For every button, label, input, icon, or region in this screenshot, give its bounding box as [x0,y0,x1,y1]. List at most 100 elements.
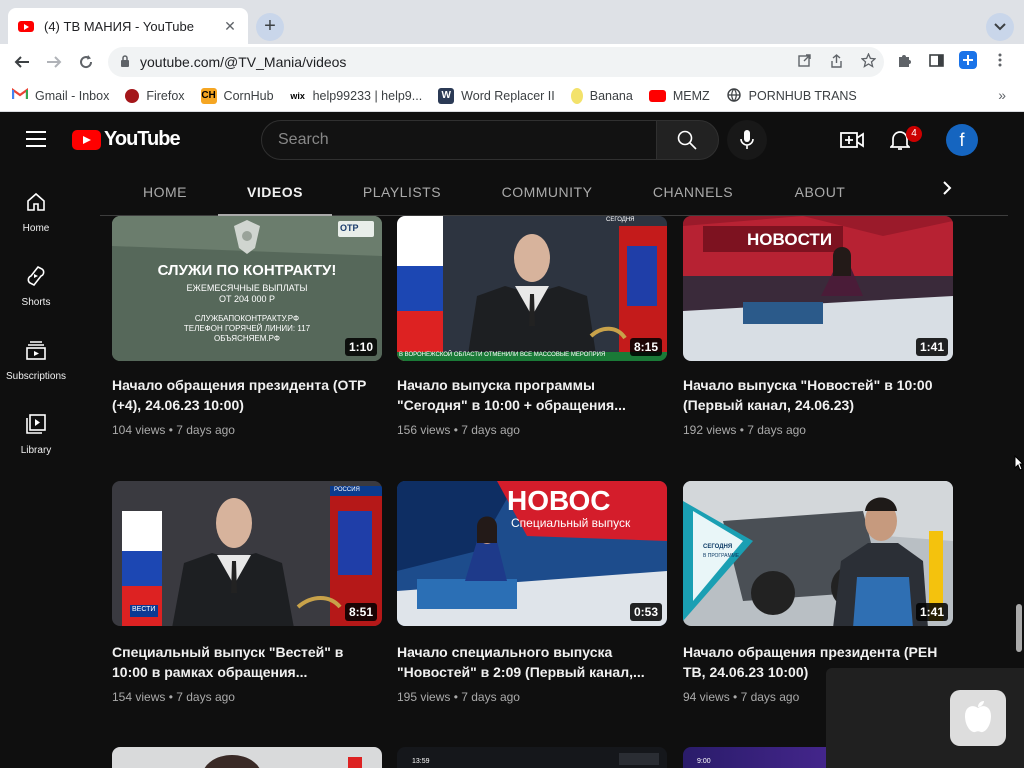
bookmark-label: Word Replacer II [461,88,555,103]
video-duration: 1:41 [915,338,948,356]
apple-logo-icon[interactable] [950,690,1006,746]
tab-close-icon[interactable]: ✕ [222,18,238,35]
bookmark-label: CornHub [223,88,274,103]
view-count: 104 views [112,423,166,437]
cornhub-icon: CH [200,87,217,104]
upload-age: 7 days ago [461,423,520,437]
bookmark-firefox[interactable]: Firefox [125,88,185,103]
tab-playlists[interactable]: PLAYLISTS [356,168,448,216]
bookmark-banana[interactable]: Banana [570,87,633,104]
video-metadata: 104 views • 7 days ago [112,423,235,437]
tab-channels[interactable]: CHANNELS [648,168,738,216]
video-metadata: 154 views • 7 days ago [112,690,235,704]
video-metadata: 156 views • 7 days ago [397,423,520,437]
upload-age: 7 days ago [176,690,235,704]
create-video-button[interactable] [840,126,870,154]
side-panel-icon[interactable] [920,53,952,71]
video-duration: 1:41 [915,603,948,621]
notification-count-badge: 4 [906,126,922,142]
thumbnail-logo-subtext: В ПРОГРАММЕ [703,553,740,559]
youtube-play-logo-icon [72,129,101,150]
tab-videos[interactable]: VIDEOS [218,168,332,216]
page-scrollbar-thumb[interactable] [1016,604,1022,652]
bookmark-label: Banana [589,88,633,103]
avatar[interactable]: f [946,124,978,156]
globe-icon [726,87,742,104]
share-icon[interactable] [820,53,852,71]
channel-tabs: HOME VIDEOS PLAYLISTS COMMUNITY CHANNELS… [100,168,1008,216]
tab-title: (4) ТВ МАНИЯ - YouTube [44,18,194,34]
bookmark-help99233[interactable]: wix help99233 | help9... [290,88,422,104]
upload-age: 7 days ago [747,423,806,437]
bookmark-label: Gmail - Inbox [35,88,110,103]
profile-windows-icon[interactable] [952,51,984,73]
view-count: 192 views [683,423,737,437]
video-title[interactable]: Начало выпуска программы "Сегодня" в 10:… [397,375,667,415]
video-thumbnail[interactable] [112,747,382,768]
thumbnail-line: ОТ 204 000 Р [218,294,276,304]
bookmark-star-icon[interactable] [852,52,884,71]
video-title[interactable]: Начало специального выпуска "Новостей" в… [397,642,667,682]
tab-community[interactable]: COMMUNITY [496,168,598,216]
bookmarks-overflow-button[interactable]: » [998,87,1006,103]
video-title[interactable]: Начало выпуска "Новостей" в 10:00 (Первы… [683,375,953,415]
thumbnail-headline: СЛУЖИ ПО КОНТРАКТУ! [157,262,337,279]
thumbnail-subheadline: Специальный выпуск [511,516,631,530]
video-thumbnail[interactable]: РОССИЯ ВЕСТИ 8:51 [112,481,382,626]
menu-kebab-icon[interactable] [984,53,1016,71]
browser-tab[interactable]: (4) ТВ МАНИЯ - YouTube ✕ [8,8,248,44]
toolbar-extensions [888,47,1016,77]
reload-icon [80,55,93,69]
menu-hamburger-icon[interactable] [26,131,46,147]
video-thumbnail[interactable]: СЕГОДНЯ В ПРОГРАММЕ 1:41 [683,481,953,626]
open-in-new-icon[interactable] [788,54,820,70]
back-button[interactable] [6,46,38,78]
video-thumbnail[interactable]: СЛУЖИ ПО КОНТРАКТУ! ЕЖЕМЕСЯЧНЫЕ ВЫПЛАТЫ … [112,216,382,361]
search-icon [677,130,697,150]
bookmark-label: PORNHUB TRANS [748,88,857,103]
bookmark-pornhub-trans[interactable]: PORNHUB TRANS [726,87,857,104]
address-bar[interactable]: youtube.com/@TV_Mania/videos [108,47,884,77]
chevron-down-icon [994,23,1006,31]
youtube-icon [648,89,666,102]
partial-thumbnail-image [619,753,659,765]
thumbnail-clock: 9:00 [697,758,711,765]
search-button[interactable] [656,120,719,160]
extensions-puzzle-icon[interactable] [888,53,920,72]
mouse-cursor-icon [1014,455,1024,471]
new-tab-button[interactable]: + [256,13,284,41]
search-input[interactable]: Search [261,120,657,160]
tabs-scroll-right-button[interactable] [942,180,952,201]
channel-logo-russia: РОССИЯ [334,487,360,493]
news-ticker: В ВОРОНЕЖСКОЙ ОБЛАСТИ ОТМЕНИЛИ ВСЕ МАССО… [399,352,606,358]
thumbnail-line: ЕЖЕМЕСЯЧНЫЕ ВЫПЛАТЫ [186,283,308,293]
firefox-icon [125,88,140,103]
microphone-icon [740,130,754,149]
word-replacer-icon: W [438,87,455,104]
bookmark-memz[interactable]: MEMZ [648,88,710,103]
video-thumbnail[interactable]: НОВОС Специальный выпуск 0:53 [397,481,667,626]
bookmark-cornhub[interactable]: CH CornHub [200,87,274,104]
bookmark-label: MEMZ [672,88,710,103]
view-count: 94 views [683,690,730,704]
video-title[interactable]: Специальный выпуск "Вестей" в 10:00 в ра… [112,642,382,682]
reload-button[interactable] [70,46,102,78]
tab-home[interactable]: HOME [130,168,200,216]
youtube-favicon-icon [18,20,34,32]
bookmark-label: Firefox [146,88,185,103]
thumbnail-line: ТЕЛЕФОН ГОРЯЧЕЙ ЛИНИИ: 117 [183,324,311,333]
view-count: 156 views [397,423,451,437]
partial-thumbnail-image [204,755,362,768]
forward-button[interactable] [38,46,70,78]
voice-search-button[interactable] [727,120,767,160]
bookmark-word-replacer[interactable]: W Word Replacer II [438,87,555,104]
tab-search-button[interactable] [986,13,1014,41]
bookmark-gmail[interactable]: Gmail - Inbox [11,87,110,104]
channel-logo-vesti: ВЕСТИ [132,606,156,613]
youtube-logo[interactable]: YouTube [72,128,181,151]
video-thumbnail[interactable]: НОВОСТИ 1:41 [683,216,953,361]
tab-about[interactable]: ABOUT [790,168,850,216]
video-thumbnail[interactable]: СЕГОДНЯ В ВОРОНЕЖСКОЙ ОБЛАСТИ ОТМЕНИЛИ В… [397,216,667,361]
video-title[interactable]: Начало обращения президента (ОТР (+4), 2… [112,375,382,415]
video-thumbnail[interactable]: 13:59 [397,747,667,768]
